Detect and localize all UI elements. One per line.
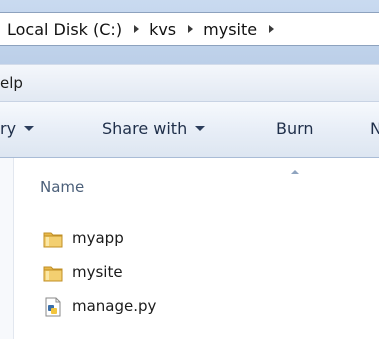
list-item[interactable]: myapp [14, 222, 379, 256]
file-name: mysite [72, 263, 123, 281]
list-item[interactable]: manage.py [14, 290, 379, 324]
share-with-button[interactable]: Share with [102, 119, 206, 138]
breadcrumb-item-local-disk[interactable]: Local Disk (C:) [0, 20, 143, 39]
breadcrumb-label[interactable]: kvs [143, 20, 176, 39]
sort-ascending-icon [291, 170, 299, 174]
python-file-icon [45, 297, 61, 317]
new-folder-label: N [370, 119, 379, 138]
breadcrumb-label[interactable]: mysite [197, 20, 257, 39]
breadcrumb-arrow-icon[interactable] [269, 25, 275, 33]
column-header-name[interactable]: Name [40, 178, 84, 196]
menu-bar: elp [0, 64, 379, 102]
burn-button[interactable]: Burn [276, 119, 314, 138]
folder-icon [43, 266, 63, 282]
share-with-label: Share with [102, 119, 188, 138]
address-area: Local Disk (C:) kvs mysite [0, 0, 379, 64]
navigation-pane[interactable] [0, 158, 14, 339]
breadcrumb-label[interactable]: Local Disk (C:) [0, 20, 122, 39]
breadcrumb-arrow-icon[interactable] [134, 25, 140, 33]
file-name: myapp [72, 229, 124, 247]
menu-item-help[interactable]: elp [0, 74, 23, 92]
library-button-label: ry [0, 119, 17, 138]
breadcrumb-item-kvs[interactable]: kvs [143, 20, 197, 39]
burn-label: Burn [276, 119, 314, 138]
folder-icon [43, 232, 63, 248]
breadcrumb-item-mysite[interactable]: mysite [197, 20, 278, 39]
library-button[interactable]: ry [0, 119, 35, 138]
list-item[interactable]: mysite [14, 256, 379, 290]
breadcrumb[interactable]: Local Disk (C:) kvs mysite [0, 12, 379, 46]
chevron-down-icon [195, 126, 206, 131]
column-header: Name [14, 158, 379, 216]
new-folder-button[interactable]: N [370, 119, 379, 138]
command-bar: ry Share with Burn N [0, 102, 379, 158]
file-name: manage.py [72, 297, 157, 315]
breadcrumb-arrow-icon[interactable] [188, 25, 194, 33]
chevron-down-icon [24, 126, 35, 131]
